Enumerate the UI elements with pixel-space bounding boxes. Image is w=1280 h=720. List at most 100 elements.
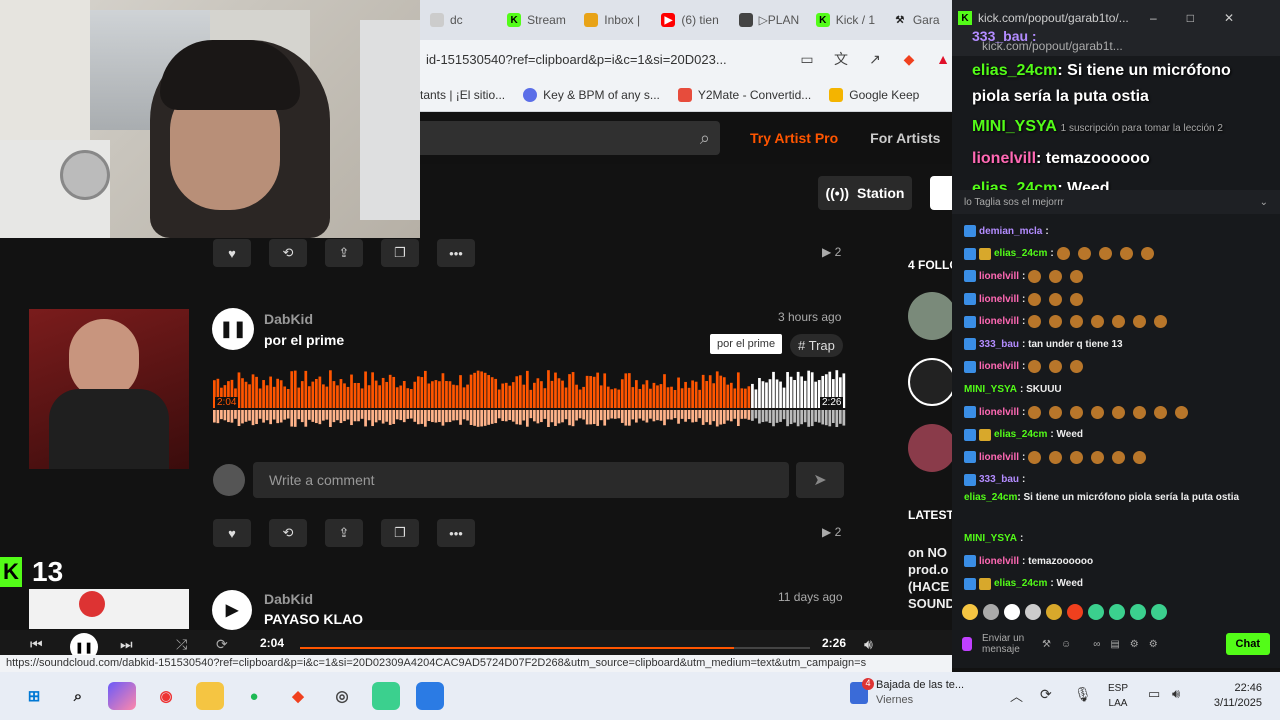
gear-icon[interactable]: ⚙ (1130, 639, 1139, 650)
pinned-message[interactable]: lo Taglia sos el mejorrr ⌄ (952, 190, 1280, 214)
follower-avatar[interactable] (908, 292, 956, 340)
file-explorer-icon[interactable] (196, 682, 224, 710)
search-icon[interactable]: ⌕ (64, 682, 92, 710)
track-title[interactable]: por el prime (264, 332, 344, 348)
emote-icon[interactable] (1151, 604, 1167, 620)
share-icon[interactable]: ↗ (866, 50, 884, 68)
chat-username[interactable]: elias_24cm (964, 492, 1017, 503)
microphone-icon[interactable]: 🎙︎ (1074, 686, 1092, 703)
follower-avatar[interactable] (908, 424, 956, 472)
repeat-icon[interactable]: ⟳ (216, 636, 228, 653)
sync-icon[interactable]: ⟳ (1040, 686, 1052, 703)
install-app-icon[interactable]: ▭ (798, 50, 816, 68)
waveform[interactable] (213, 370, 846, 428)
bookmark[interactable]: Google Keep (829, 87, 919, 102)
mic-icon[interactable] (962, 637, 972, 651)
next-icon[interactable]: ⏭ (120, 636, 133, 653)
track-artwork[interactable] (29, 309, 189, 469)
infinity-icon[interactable]: ∞ (1093, 639, 1100, 650)
comment-input[interactable]: Write a comment (253, 462, 789, 498)
emote-icon[interactable] (1004, 604, 1020, 620)
search-input[interactable]: ⌕ (420, 121, 720, 155)
follower-avatar[interactable] (908, 358, 956, 406)
chat-username[interactable]: 333_bau (979, 339, 1019, 350)
share-button[interactable]: ⇪ (325, 239, 363, 267)
browser-tab[interactable]: K Stream (497, 4, 574, 36)
bookmark[interactable]: tants | ¡El sitio... (420, 88, 505, 102)
chat-username[interactable]: 333_bau (979, 474, 1019, 485)
player-progress-track[interactable] (300, 647, 810, 649)
settings-icon[interactable]: ⚙ (1149, 639, 1158, 650)
copy-link-button[interactable]: ❐ (381, 239, 419, 267)
chat-app-icon[interactable] (372, 682, 400, 710)
shuffle-icon[interactable]: ⤮ (176, 636, 187, 653)
repost-button[interactable]: ⟲ (269, 519, 307, 547)
brave-shield-icon[interactable]: ◆ (900, 50, 918, 68)
command-icon[interactable]: ⚒ (1042, 639, 1051, 650)
chat-input[interactable]: Enviar un mensaje (982, 633, 1032, 655)
chat-send-button[interactable]: Chat (1225, 633, 1270, 655)
copilot-icon[interactable] (108, 682, 136, 710)
chat-username[interactable]: lionelvill (979, 361, 1019, 372)
track-title[interactable]: PAYASO KLAO (264, 611, 363, 627)
browser-tab[interactable]: ⚒ Gara (883, 4, 960, 36)
play-button[interactable]: ▶ (212, 590, 252, 630)
store-icon[interactable]: ▤ (1110, 639, 1119, 650)
brave-rewards-icon[interactable]: ▲ (934, 50, 952, 68)
emote-icon[interactable] (1109, 604, 1125, 620)
emote-icon[interactable] (1046, 604, 1062, 620)
bookmark[interactable]: Y2Mate - Convertid... (677, 87, 811, 102)
emote-icon[interactable] (1130, 604, 1146, 620)
emote-icon[interactable] (983, 604, 999, 620)
spotify-icon[interactable]: ● (240, 682, 268, 710)
repost-button[interactable]: ⟲ (269, 239, 307, 267)
chevron-down-icon[interactable]: ⌄ (1260, 197, 1268, 208)
browser-tab[interactable]: dc (420, 4, 497, 36)
browser-tab[interactable]: ▶ (6) tien (651, 4, 728, 36)
obs-icon[interactable]: ◎ (328, 682, 356, 710)
language-indicator[interactable]: ESP LAA (1108, 681, 1128, 711)
emoji-icon[interactable]: ☺ (1061, 639, 1071, 650)
chat-username[interactable]: demian_mcla (979, 226, 1042, 237)
monitor-icon[interactable]: ▭ (1148, 686, 1160, 702)
translate-icon[interactable]: 文 (832, 50, 850, 68)
volume-icon[interactable]: 🔊︎ (1172, 686, 1180, 702)
track-artist[interactable]: DabKid (264, 591, 313, 607)
clock[interactable]: 22:46 3/11/2025 (1206, 681, 1262, 711)
chat-username[interactable]: lionelvill (979, 316, 1019, 327)
track-artist[interactable]: DabKid (264, 311, 313, 327)
volume-icon[interactable]: 🔊︎ (864, 636, 873, 653)
chat-username[interactable]: MINI_YSYA (964, 533, 1017, 544)
chat-username[interactable]: lionelvill (979, 407, 1019, 418)
search-icon[interactable]: ⌕ (700, 128, 710, 149)
brave-icon[interactable]: ◆ (284, 682, 312, 710)
track-tag[interactable]: # Trap (790, 334, 843, 357)
more-button[interactable]: ••• (437, 519, 475, 547)
browser-tab[interactable]: K Kick / 1 (806, 4, 883, 36)
bookmark[interactable]: Key & BPM of any s... (523, 87, 660, 102)
like-button[interactable]: ♥ (213, 519, 251, 547)
browser-tab[interactable]: ▷PLAN (729, 4, 806, 36)
track-artwork[interactable] (29, 589, 189, 629)
chat-username[interactable]: elias_24cm (994, 248, 1047, 259)
red-app-icon[interactable]: ◉ (152, 682, 180, 710)
browser-tab[interactable]: Inbox | (574, 4, 651, 36)
chat-username[interactable]: elias_24cm (994, 429, 1047, 440)
pause-button[interactable]: ❚❚ (212, 308, 254, 350)
emote-icon[interactable] (1088, 604, 1104, 620)
send-icon[interactable]: ➤ (796, 462, 844, 498)
for-artists-link[interactable]: For Artists (870, 130, 940, 146)
previous-icon[interactable]: ⏮ (30, 636, 43, 653)
windows-start-icon[interactable]: ⊞ (20, 682, 48, 710)
follow-button[interactable] (930, 176, 952, 210)
copy-link-button[interactable]: ❐ (381, 519, 419, 547)
notepad-icon[interactable] (416, 682, 444, 710)
more-button[interactable]: ••• (437, 239, 475, 267)
chat-username[interactable]: lionelvill (979, 294, 1019, 305)
window-controls[interactable]: –□✕ (1150, 11, 1264, 25)
url-field[interactable]: id-151530540?ref=clipboard&p=i&c=1&si=20… (426, 52, 790, 67)
try-artist-pro-link[interactable]: Try Artist Pro (750, 130, 838, 146)
emote-icon[interactable] (1067, 604, 1083, 620)
like-button[interactable]: ♥ (213, 239, 251, 267)
chat-username[interactable]: lionelvill (979, 271, 1019, 282)
